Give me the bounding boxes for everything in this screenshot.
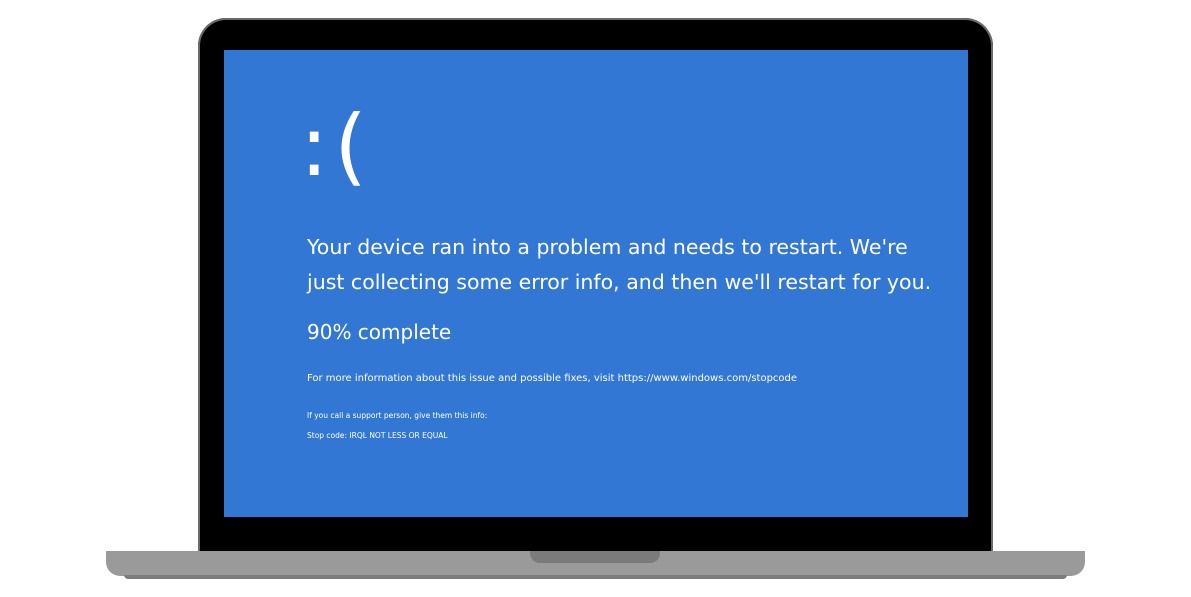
stage: :( Your device ran into a problem and ne…: [0, 0, 1191, 597]
progress-text: 90% complete: [307, 320, 452, 344]
more-info-text: For more information about this issue an…: [307, 373, 798, 384]
support-text: If you call a support person, give them …: [307, 411, 488, 420]
sad-face: :(: [300, 97, 374, 195]
laptop-lid-notch: [530, 551, 660, 563]
laptop-base-shadow: [124, 575, 1067, 579]
stop-code-text: Stop code: IRQL NOT LESS OR EQUAL: [307, 431, 448, 440]
error-message: Your device ran into a problem and needs…: [307, 235, 932, 294]
laptop-screen: :( Your device ran into a problem and ne…: [224, 50, 968, 517]
